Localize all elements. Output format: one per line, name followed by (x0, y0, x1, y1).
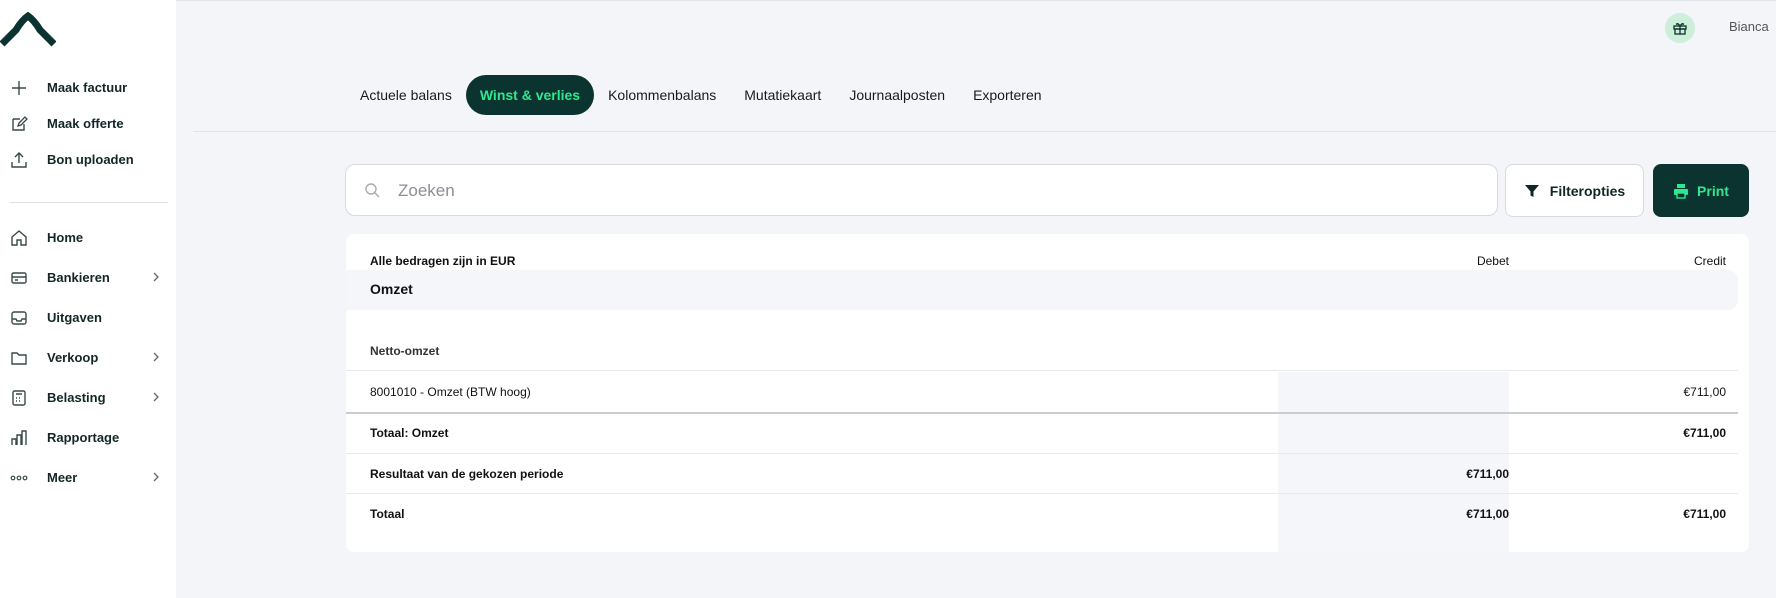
inbox-icon (10, 309, 28, 327)
brand-logo[interactable] (0, 10, 56, 50)
debet-column-highlight (1278, 372, 1509, 552)
row-label: Totaal (370, 507, 405, 521)
top-border (176, 0, 1776, 1)
row-debet: €711,00 (1466, 467, 1509, 481)
section-header (346, 270, 1738, 310)
sidebar-item-home[interactable]: Home (0, 220, 176, 256)
subsection-title: Netto-omzet (370, 344, 440, 358)
column-header-debet: Debet (1476, 254, 1509, 268)
sidebar-action-bon-uploaden[interactable]: Bon uploaden (0, 142, 176, 178)
user-name[interactable]: Bianca (1729, 19, 1769, 34)
chevron-right-icon (150, 271, 162, 283)
tab-journaalposten[interactable]: Journaalposten (835, 75, 959, 115)
chevron-right-icon (150, 351, 162, 363)
upload-icon (10, 151, 28, 169)
sidebar-item-label: Bankieren (47, 270, 110, 285)
sidebar-item-label: Rapportage (47, 430, 120, 445)
sidebar-action-label: Maak offerte (47, 116, 124, 131)
sidebar-action-maak-factuur[interactable]: Maak factuur (0, 70, 176, 106)
sidebar-item-meer[interactable]: Meer (0, 460, 176, 496)
home-icon (10, 229, 28, 247)
currency-note: Alle bedragen zijn in EUR (370, 254, 516, 268)
search-box[interactable] (345, 164, 1498, 216)
sidebar: Maak factuur Maak offerte Bon uploaden H… (0, 0, 176, 598)
more-dots-icon (10, 469, 28, 487)
tabs-divider (193, 131, 1776, 132)
row-credit: €711,00 (1683, 385, 1727, 399)
report-tabs: Actuele balans Winst & verlies Kolommenb… (346, 75, 1056, 115)
print-button[interactable]: Print (1653, 164, 1749, 217)
sidebar-action-label: Bon uploaden (47, 152, 134, 167)
row-divider (346, 493, 1738, 494)
row-divider (346, 453, 1738, 454)
section-title: Omzet (370, 281, 413, 297)
folder-icon (10, 349, 28, 367)
tab-kolommenbalans[interactable]: Kolommenbalans (594, 75, 730, 115)
sidebar-divider (10, 202, 168, 203)
search-icon (364, 182, 380, 198)
bank-card-icon (10, 269, 28, 287)
sidebar-item-label: Belasting (47, 390, 106, 405)
row-credit: €711,00 (1683, 426, 1726, 440)
sidebar-action-label: Maak factuur (47, 80, 128, 95)
bar-chart-icon (10, 429, 28, 447)
sidebar-action-maak-offerte[interactable]: Maak offerte (0, 106, 176, 142)
row-credit: €711,00 (1683, 507, 1726, 521)
print-label: Print (1697, 182, 1729, 199)
sidebar-item-label: Verkoop (47, 350, 99, 365)
edit-icon (10, 115, 28, 133)
gift-icon (1673, 22, 1687, 35)
sidebar-item-bankieren[interactable]: Bankieren (0, 260, 176, 296)
filter-options-button[interactable]: Filteropties (1505, 164, 1644, 217)
row-label: Resultaat van de gekozen periode (370, 467, 564, 481)
report-table: Alle bedragen zijn in EUR Debet Credit O… (346, 234, 1749, 552)
sidebar-item-label: Home (47, 230, 84, 245)
row-divider (346, 370, 1738, 371)
row-debet: €711,00 (1466, 507, 1509, 521)
filter-options-label: Filteropties (1549, 182, 1626, 199)
sidebar-item-belasting[interactable]: Belasting (0, 380, 176, 416)
sidebar-item-verkoop[interactable]: Verkoop (0, 340, 176, 376)
filter-icon (1524, 184, 1539, 197)
printer-icon (1674, 183, 1689, 199)
tab-actuele-balans[interactable]: Actuele balans (346, 75, 466, 115)
tab-mutatiekaart[interactable]: Mutatiekaart (730, 75, 835, 115)
search-input[interactable] (398, 177, 1478, 205)
plus-icon (10, 79, 28, 97)
sidebar-item-label: Meer (47, 470, 78, 485)
sidebar-item-label: Uitgaven (47, 310, 102, 325)
sidebar-item-uitgaven[interactable]: Uitgaven (0, 300, 176, 336)
row-label: 8001010 - Omzet (BTW hoog) (370, 385, 531, 399)
row-label: Totaal: Omzet (370, 426, 449, 440)
chevron-right-icon (150, 391, 162, 403)
gift-button[interactable] (1665, 13, 1695, 43)
calculator-icon (10, 389, 28, 407)
row-divider (346, 412, 1738, 414)
chevron-right-icon (150, 471, 162, 483)
sidebar-item-rapportage[interactable]: Rapportage (0, 420, 176, 456)
tab-winst-verlies[interactable]: Winst & verlies (465, 75, 595, 115)
column-header-credit: Credit (1693, 254, 1726, 268)
tab-exporteren[interactable]: Exporteren (959, 75, 1055, 115)
